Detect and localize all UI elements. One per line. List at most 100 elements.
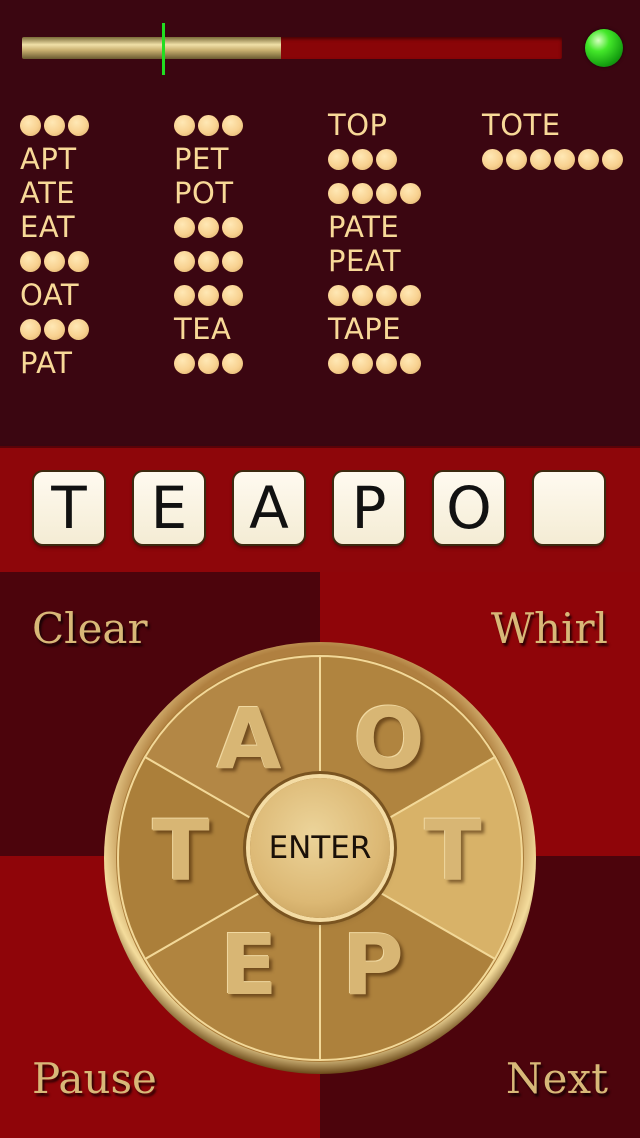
hidden-word-dots — [482, 148, 623, 170]
wheel-letter-top-right[interactable]: O — [334, 690, 444, 788]
hidden-word-dots — [328, 284, 421, 306]
found-word: PET — [174, 142, 230, 176]
letter-dot — [198, 284, 219, 306]
hidden-word — [20, 244, 170, 278]
letter-dot — [328, 182, 349, 204]
found-word: TOTE — [482, 108, 561, 142]
hidden-word — [174, 210, 324, 244]
letter-dot — [174, 216, 195, 238]
letter-dot — [20, 318, 41, 340]
letter-dot — [554, 148, 575, 170]
letter-dot — [44, 250, 65, 272]
letter-dot — [174, 284, 195, 306]
tray-tile-6[interactable] — [534, 472, 604, 544]
hidden-word — [174, 346, 324, 380]
found-word: ATE — [20, 176, 76, 210]
found-word: APT — [20, 142, 77, 176]
hidden-word — [174, 108, 324, 142]
letter-dot — [198, 114, 219, 136]
letter-dot — [328, 284, 349, 306]
letter-dot — [44, 318, 65, 340]
wheel-letter-bottom-left[interactable]: E — [194, 916, 304, 1014]
hidden-word — [20, 312, 170, 346]
letter-dot — [222, 216, 243, 238]
found-word: POT — [174, 176, 234, 210]
word-list-panel: APT ATE EAT OAT PAT PET POT TEA TOP PATE PEAT TAP… — [0, 0, 640, 444]
letter-dot — [482, 148, 503, 170]
hidden-word — [328, 142, 478, 176]
letter-dot — [68, 318, 89, 340]
progress-bar — [22, 23, 562, 75]
found-word: PEAT — [328, 244, 402, 278]
word-column-1: APT ATE EAT OAT PAT — [20, 108, 170, 380]
tray-tile-4[interactable]: P — [334, 472, 404, 544]
hidden-word — [174, 244, 324, 278]
hidden-word-dots — [20, 318, 89, 340]
wheel-letter-top-left[interactable]: A — [194, 690, 304, 788]
tray-tile-3[interactable]: A — [234, 472, 304, 544]
letter-dot — [20, 250, 41, 272]
wheel-letter-left[interactable]: T — [126, 802, 236, 900]
tray-tile-5[interactable]: O — [434, 472, 504, 544]
letter-dot — [352, 284, 373, 306]
hidden-word-dots — [328, 182, 421, 204]
hidden-word-dots — [328, 148, 397, 170]
tray-tile-2[interactable]: E — [134, 472, 204, 544]
letter-dot — [222, 352, 243, 374]
wheel-letter-right[interactable]: T — [398, 802, 508, 900]
hidden-word — [328, 278, 478, 312]
hidden-word-dots — [20, 250, 89, 272]
found-word: PATE — [328, 210, 400, 244]
word-column-2: PET POT TEA — [174, 108, 324, 380]
found-word: TOP — [328, 108, 388, 142]
found-word: OAT — [20, 278, 80, 312]
wheel-letter-bottom-right[interactable]: P — [318, 916, 428, 1014]
hidden-word-dots — [174, 352, 243, 374]
hidden-word-dots — [328, 352, 421, 374]
letter-dot — [174, 114, 195, 136]
found-word: EAT — [20, 210, 76, 244]
progress-marker — [162, 23, 166, 75]
enter-button[interactable]: ENTER — [250, 778, 390, 918]
letter-dot — [20, 114, 41, 136]
letter-dot — [352, 352, 373, 374]
letter-dot — [530, 148, 551, 170]
hidden-word — [174, 278, 324, 312]
letter-dot — [68, 250, 89, 272]
hidden-word — [482, 142, 632, 176]
letter-dot — [400, 352, 421, 374]
letter-dot — [376, 148, 397, 170]
found-word: TAPE — [328, 312, 402, 346]
letter-dot — [376, 284, 397, 306]
letter-dot — [198, 352, 219, 374]
letter-dot — [506, 148, 527, 170]
hidden-word — [20, 108, 170, 142]
tray-tile-1[interactable]: T — [34, 472, 104, 544]
letter-dot — [222, 114, 243, 136]
hidden-word-dots — [174, 284, 243, 306]
letter-dot — [222, 250, 243, 272]
word-column-3: TOP PATE PEAT TAPE — [328, 108, 478, 380]
letter-tray: T E A P O — [0, 446, 640, 574]
hidden-word — [328, 346, 478, 380]
hidden-word-dots — [174, 216, 243, 238]
letter-dot — [174, 250, 195, 272]
letter-dot — [222, 284, 243, 306]
letter-dot — [174, 352, 195, 374]
letter-wheel: A O T P E T ENTER — [102, 640, 538, 1076]
letter-dot — [198, 250, 219, 272]
letter-dot — [328, 352, 349, 374]
progress-fill — [22, 37, 282, 59]
hidden-word — [328, 176, 478, 210]
letter-dot — [198, 216, 219, 238]
letter-dot — [44, 114, 65, 136]
green-status-light-icon — [585, 29, 623, 67]
hidden-word-dots — [174, 250, 243, 272]
letter-dot — [602, 148, 623, 170]
letter-dot — [352, 182, 373, 204]
letter-dot — [376, 182, 397, 204]
letter-dot — [400, 284, 421, 306]
letter-dot — [352, 148, 373, 170]
letter-dot — [328, 148, 349, 170]
hidden-word-dots — [20, 114, 89, 136]
